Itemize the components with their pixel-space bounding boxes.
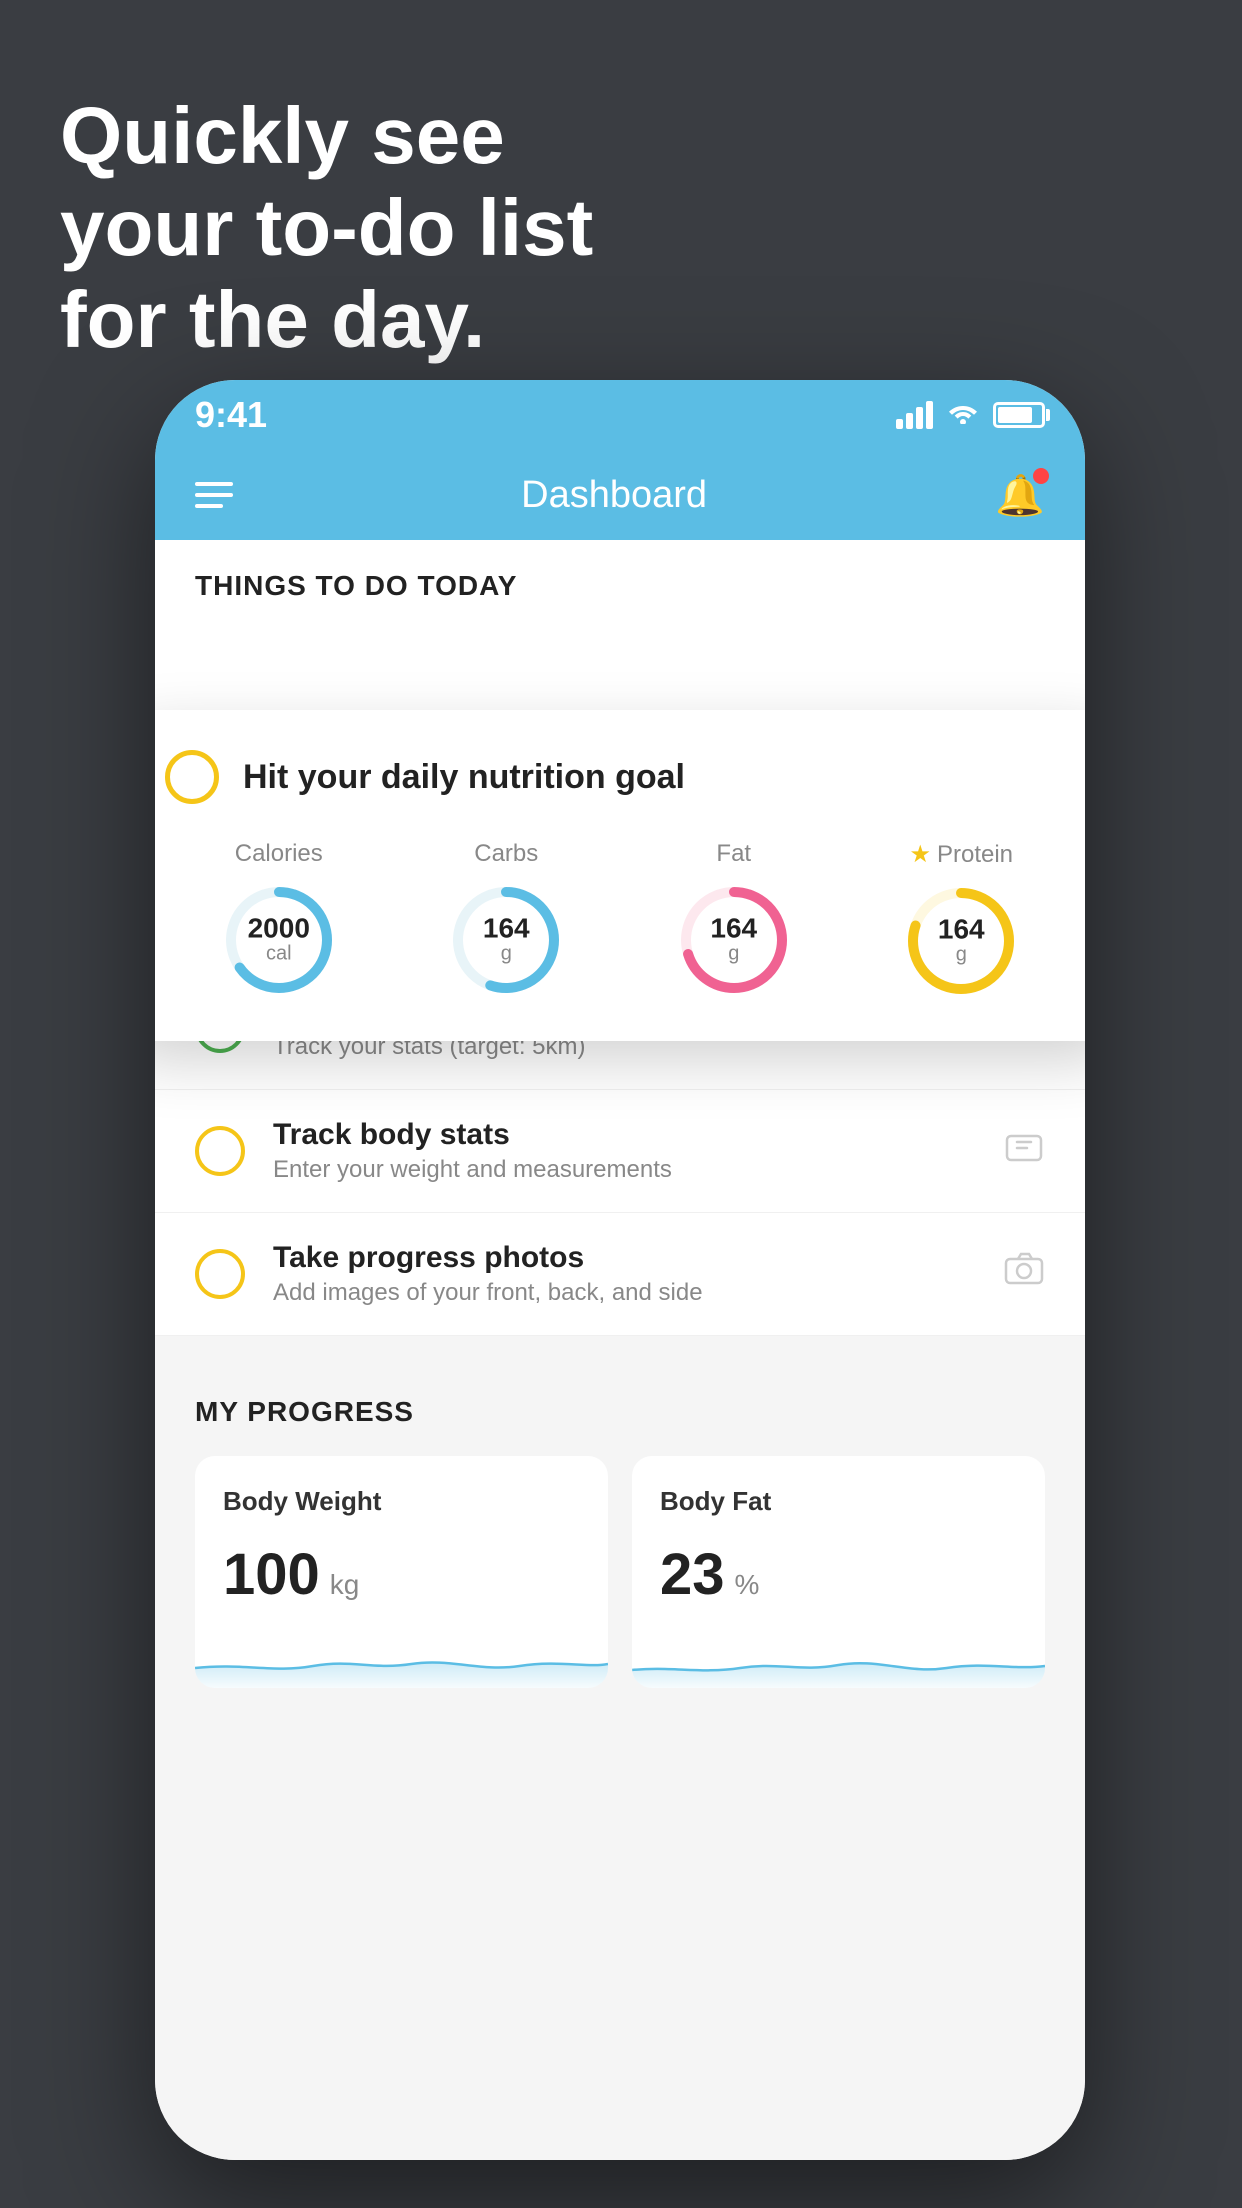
headline-line3: for the day.	[60, 274, 593, 366]
progress-cards: Body Weight 100 kg	[195, 1456, 1045, 1688]
status-bar: 9:41	[155, 380, 1085, 450]
scale-icon	[1003, 1128, 1045, 1174]
body-fat-number: 23	[660, 1541, 725, 1608]
body-fat-card[interactable]: Body Fat 23 %	[632, 1456, 1045, 1688]
body-fat-wave	[632, 1628, 1045, 1688]
fat-label: Fat	[716, 840, 751, 868]
carbs-circle: 164 g	[446, 880, 566, 1000]
app-content: THINGS TO DO TODAY Hit your daily nutrit…	[155, 540, 1085, 2160]
body-weight-wave	[195, 1628, 608, 1688]
nutrition-calories: Calories 2000 cal	[219, 840, 339, 1000]
body-weight-value-row: 100 kg	[223, 1541, 580, 1608]
todo-section: THINGS TO DO TODAY Hit your daily nutrit…	[155, 540, 1085, 1336]
calories-value: 2000	[248, 915, 310, 943]
card-title: Hit your daily nutrition goal	[243, 758, 685, 797]
bodystats-subtitle: Enter your weight and measurements	[273, 1156, 975, 1184]
body-weight-unit: kg	[330, 1569, 360, 1601]
progress-title: MY PROGRESS	[195, 1396, 1045, 1428]
nutrition-card: Hit your daily nutrition goal Calories	[155, 710, 1085, 1041]
battery-icon	[993, 402, 1045, 428]
status-icons	[896, 399, 1045, 431]
things-header: THINGS TO DO TODAY	[155, 540, 1085, 622]
progress-section: MY PROGRESS Body Weight 100 kg	[155, 1356, 1085, 1718]
status-time: 9:41	[195, 394, 267, 436]
photos-title: Take progress photos	[273, 1241, 975, 1275]
calories-label: Calories	[235, 840, 323, 868]
carbs-value: 164	[483, 915, 530, 943]
calories-circle: 2000 cal	[219, 880, 339, 1000]
carbs-label: Carbs	[474, 840, 538, 868]
fat-circle: 164 g	[674, 880, 794, 1000]
photos-subtitle: Add images of your front, back, and side	[273, 1279, 975, 1307]
body-weight-number: 100	[223, 1541, 320, 1608]
wifi-icon	[947, 399, 979, 431]
card-header: Hit your daily nutrition goal	[165, 750, 1075, 804]
menu-icon[interactable]	[195, 482, 233, 508]
fat-value: 164	[710, 915, 757, 943]
app-header: Dashboard 🔔	[155, 450, 1085, 540]
header-title: Dashboard	[521, 474, 707, 517]
body-fat-unit: %	[735, 1569, 760, 1601]
photo-icon	[1003, 1251, 1045, 1297]
headline: Quickly see your to-do list for the day.	[60, 90, 593, 366]
todo-item-bodystats[interactable]: Track body stats Enter your weight and m…	[155, 1090, 1085, 1213]
protein-circle: 164 g	[901, 881, 1021, 1001]
star-icon: ★	[909, 840, 931, 869]
nutrition-carbs: Carbs 164 g	[446, 840, 566, 1000]
bodystats-circle	[195, 1126, 245, 1176]
nutrition-fat: Fat 164 g	[674, 840, 794, 1000]
body-fat-title: Body Fat	[660, 1486, 1017, 1517]
bodystats-title: Track body stats	[273, 1118, 975, 1152]
photos-circle	[195, 1249, 245, 1299]
todo-item-photos[interactable]: Take progress photos Add images of your …	[155, 1213, 1085, 1336]
phone-mockup: 9:41 Da	[155, 380, 1085, 2160]
headline-line2: your to-do list	[60, 182, 593, 274]
bell-icon[interactable]: 🔔	[995, 472, 1045, 519]
bodystats-text: Track body stats Enter your weight and m…	[273, 1118, 975, 1184]
body-weight-title: Body Weight	[223, 1486, 580, 1517]
body-weight-card[interactable]: Body Weight 100 kg	[195, 1456, 608, 1688]
photos-text: Take progress photos Add images of your …	[273, 1241, 975, 1307]
protein-value: 164	[938, 916, 985, 944]
nutrition-protein: ★Protein 164 g	[901, 840, 1021, 1001]
nutrition-grid: Calories 2000 cal	[165, 840, 1075, 1001]
body-fat-value-row: 23 %	[660, 1541, 1017, 1608]
headline-line1: Quickly see	[60, 90, 593, 182]
signal-icon	[896, 401, 933, 429]
notification-dot	[1033, 468, 1049, 484]
task-circle[interactable]	[165, 750, 219, 804]
protein-label: ★Protein	[909, 840, 1013, 869]
